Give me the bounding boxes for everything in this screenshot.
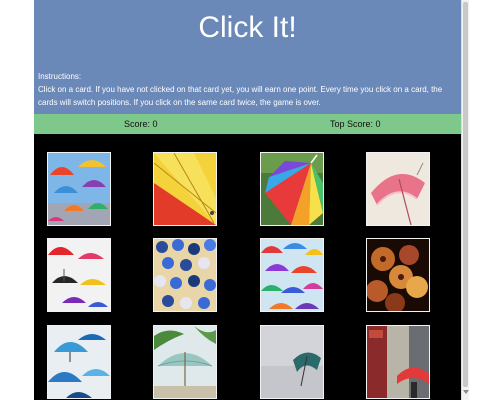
card-red-yellow-umbrella[interactable] bbox=[153, 152, 217, 226]
score-label: Score: 0 bbox=[124, 119, 158, 129]
card-blue-umbrellas-sky[interactable] bbox=[47, 325, 111, 399]
card-rainbow-umbrella[interactable] bbox=[260, 152, 324, 226]
game-app: Click It! Instructions: Click on a card.… bbox=[34, 0, 461, 400]
page-scrollbar[interactable] bbox=[461, 0, 469, 400]
red-yellow-umbrella-image bbox=[154, 153, 216, 225]
instructions-heading: Instructions: bbox=[38, 72, 82, 81]
blue-umbrellas-sky-image bbox=[48, 326, 110, 398]
floating-umbrellas-image bbox=[48, 239, 110, 311]
beach-umbrellas-image bbox=[154, 239, 216, 311]
card-umbrellas-sky[interactable] bbox=[47, 152, 111, 226]
paper-lantern-umbrellas-image bbox=[367, 239, 429, 311]
palm-umbrella-image bbox=[154, 326, 216, 398]
scrollbar-thumb[interactable] bbox=[463, 2, 468, 387]
rainbow-umbrella-image bbox=[261, 153, 323, 225]
scroll-down-arrow-icon[interactable] bbox=[463, 390, 469, 394]
pink-lace-umbrella-image bbox=[367, 153, 429, 225]
top-score-label: Top Score: 0 bbox=[330, 119, 381, 129]
card-paper-lantern-umbrellas[interactable] bbox=[366, 238, 430, 312]
card-street-red-umbrella[interactable] bbox=[366, 325, 430, 399]
street-red-umbrella-image bbox=[367, 326, 429, 398]
instructions-text: Click on a card. If you have not clicked… bbox=[38, 85, 443, 107]
card-palm-umbrella[interactable] bbox=[153, 325, 217, 399]
card-pink-lace-umbrella[interactable] bbox=[366, 152, 430, 226]
umbrellas-sky-image bbox=[48, 153, 110, 225]
score-bar: Score: 0 Top Score: 0 bbox=[34, 114, 461, 134]
card-floating-umbrellas[interactable] bbox=[47, 238, 111, 312]
game-header: Click It! Instructions: Click on a card.… bbox=[34, 0, 461, 114]
card-beach-umbrellas[interactable] bbox=[153, 238, 217, 312]
umbrella-canopy-image bbox=[261, 239, 323, 311]
card-umbrella-canopy[interactable] bbox=[260, 238, 324, 312]
teal-umbrella-fog-image bbox=[261, 326, 323, 398]
page-title: Click It! bbox=[198, 11, 297, 44]
card-teal-umbrella-fog[interactable] bbox=[260, 325, 324, 399]
